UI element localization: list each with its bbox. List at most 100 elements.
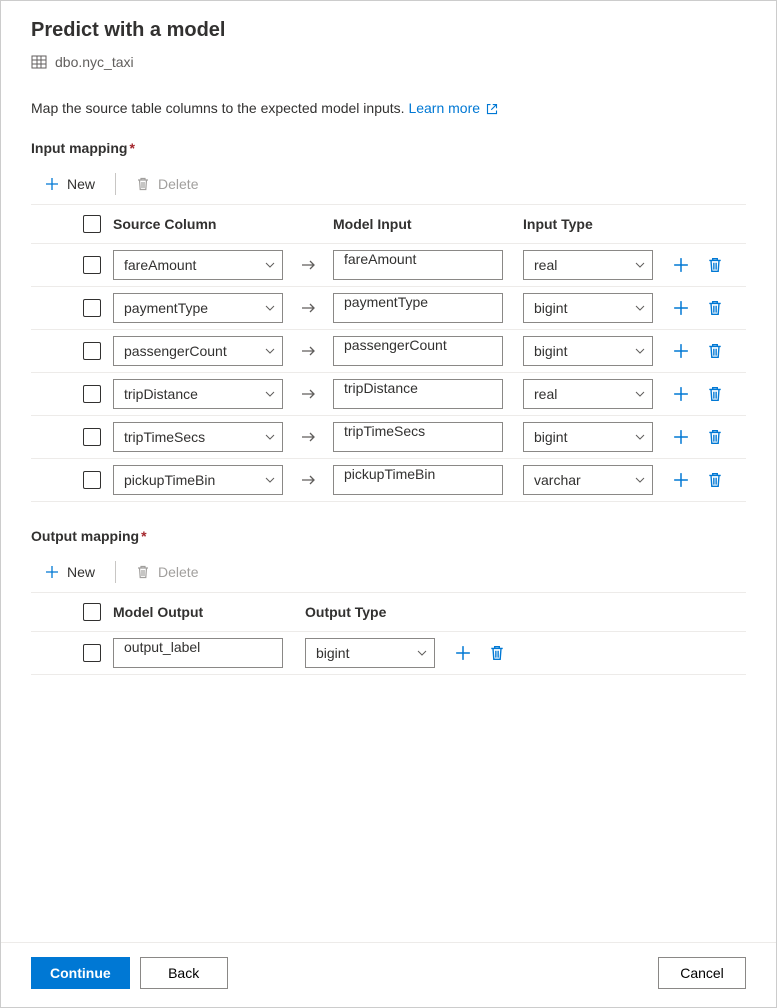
delete-row-button[interactable] xyxy=(705,255,725,275)
input-mapping-grid: Source Column Model Input Input Type far… xyxy=(31,204,746,502)
back-button[interactable]: Back xyxy=(140,957,228,989)
output-type-header: Output Type xyxy=(305,604,435,620)
delete-row-button[interactable] xyxy=(487,643,507,663)
page-title: Predict with a model xyxy=(31,19,746,42)
input-select-all-checkbox[interactable] xyxy=(83,215,101,233)
add-row-button[interactable] xyxy=(671,298,691,318)
source-column-select[interactable]: passengerCount xyxy=(113,336,283,366)
arrow-right-icon xyxy=(299,385,317,403)
model-output-header: Model Output xyxy=(113,604,283,620)
plus-icon xyxy=(673,257,689,273)
input-type-select[interactable]: real xyxy=(523,250,653,280)
delete-row-button[interactable] xyxy=(705,341,725,361)
table-name: dbo.nyc_taxi xyxy=(55,54,134,70)
input-type-header: Input Type xyxy=(523,216,653,232)
model-input-field[interactable]: fareAmount xyxy=(333,250,503,280)
source-column-select[interactable]: fareAmount xyxy=(113,250,283,280)
source-column-select[interactable]: pickupTimeBin xyxy=(113,465,283,495)
trash-icon xyxy=(707,472,723,488)
input-type-select[interactable]: bigint xyxy=(523,293,653,323)
trash-icon xyxy=(707,429,723,445)
plus-icon xyxy=(673,386,689,402)
add-row-button[interactable] xyxy=(671,427,691,447)
row-checkbox[interactable] xyxy=(83,299,101,317)
input-type-select[interactable]: varchar xyxy=(523,465,653,495)
add-row-button[interactable] xyxy=(671,384,691,404)
input-mapping-row: paymentType paymentType bigint xyxy=(31,287,746,330)
add-row-button[interactable] xyxy=(671,341,691,361)
output-new-button[interactable]: New xyxy=(41,560,99,584)
continue-button[interactable]: Continue xyxy=(31,957,130,989)
output-delete-button[interactable]: Delete xyxy=(132,560,202,584)
chevron-down-icon xyxy=(634,345,646,357)
cancel-button[interactable]: Cancel xyxy=(658,957,746,989)
input-new-button[interactable]: New xyxy=(41,172,99,196)
model-input-field[interactable]: pickupTimeBin xyxy=(333,465,503,495)
source-column-header: Source Column xyxy=(113,216,283,232)
delete-row-button[interactable] xyxy=(705,427,725,447)
chevron-down-icon xyxy=(634,431,646,443)
input-type-select[interactable]: real xyxy=(523,379,653,409)
chevron-down-icon xyxy=(264,259,276,271)
plus-icon xyxy=(45,565,59,579)
output-mapping-row: output_label bigint xyxy=(31,632,746,675)
delete-row-button[interactable] xyxy=(705,384,725,404)
chevron-down-icon xyxy=(264,474,276,486)
plus-icon xyxy=(673,472,689,488)
delete-row-button[interactable] xyxy=(705,298,725,318)
plus-icon xyxy=(673,429,689,445)
trash-icon xyxy=(707,343,723,359)
chevron-down-icon xyxy=(416,647,428,659)
input-type-select[interactable]: bigint xyxy=(523,422,653,452)
chevron-down-icon xyxy=(264,388,276,400)
model-input-field[interactable]: passengerCount xyxy=(333,336,503,366)
chevron-down-icon xyxy=(634,302,646,314)
output-select-all-checkbox[interactable] xyxy=(83,603,101,621)
footer: Continue Back Cancel xyxy=(1,942,776,1007)
learn-more-link[interactable]: Learn more xyxy=(408,100,497,116)
output-type-select[interactable]: bigint xyxy=(305,638,435,668)
trash-icon xyxy=(136,565,150,579)
arrow-right-icon xyxy=(299,342,317,360)
source-column-select[interactable]: tripTimeSecs xyxy=(113,422,283,452)
model-input-field[interactable]: paymentType xyxy=(333,293,503,323)
delete-row-button[interactable] xyxy=(705,470,725,490)
table-icon xyxy=(31,54,47,70)
arrow-right-icon xyxy=(299,256,317,274)
input-mapping-row: tripDistance tripDistance real xyxy=(31,373,746,416)
row-checkbox[interactable] xyxy=(83,644,101,662)
input-type-select[interactable]: bigint xyxy=(523,336,653,366)
trash-icon xyxy=(136,177,150,191)
model-output-field[interactable]: output_label xyxy=(113,638,283,668)
row-checkbox[interactable] xyxy=(83,256,101,274)
chevron-down-icon xyxy=(264,302,276,314)
source-column-select[interactable]: tripDistance xyxy=(113,379,283,409)
plus-icon xyxy=(673,300,689,316)
add-row-button[interactable] xyxy=(671,255,691,275)
chevron-down-icon xyxy=(634,388,646,400)
trash-icon xyxy=(707,386,723,402)
chevron-down-icon xyxy=(264,345,276,357)
add-row-button[interactable] xyxy=(453,643,473,663)
chevron-down-icon xyxy=(634,259,646,271)
input-mapping-row: passengerCount passengerCount bigint xyxy=(31,330,746,373)
row-checkbox[interactable] xyxy=(83,471,101,489)
arrow-right-icon xyxy=(299,299,317,317)
model-input-header: Model Input xyxy=(333,216,503,232)
model-input-field[interactable]: tripDistance xyxy=(333,379,503,409)
external-link-icon xyxy=(486,103,498,115)
add-row-button[interactable] xyxy=(671,470,691,490)
row-checkbox[interactable] xyxy=(83,428,101,446)
row-checkbox[interactable] xyxy=(83,385,101,403)
row-checkbox[interactable] xyxy=(83,342,101,360)
output-mapping-label: Output mapping* xyxy=(31,528,746,544)
plus-icon xyxy=(455,645,471,661)
trash-icon xyxy=(707,257,723,273)
trash-icon xyxy=(707,300,723,316)
model-input-field[interactable]: tripTimeSecs xyxy=(333,422,503,452)
plus-icon xyxy=(673,343,689,359)
input-delete-button[interactable]: Delete xyxy=(132,172,202,196)
source-column-select[interactable]: paymentType xyxy=(113,293,283,323)
arrow-right-icon xyxy=(299,471,317,489)
input-mapping-label: Input mapping* xyxy=(31,140,746,156)
